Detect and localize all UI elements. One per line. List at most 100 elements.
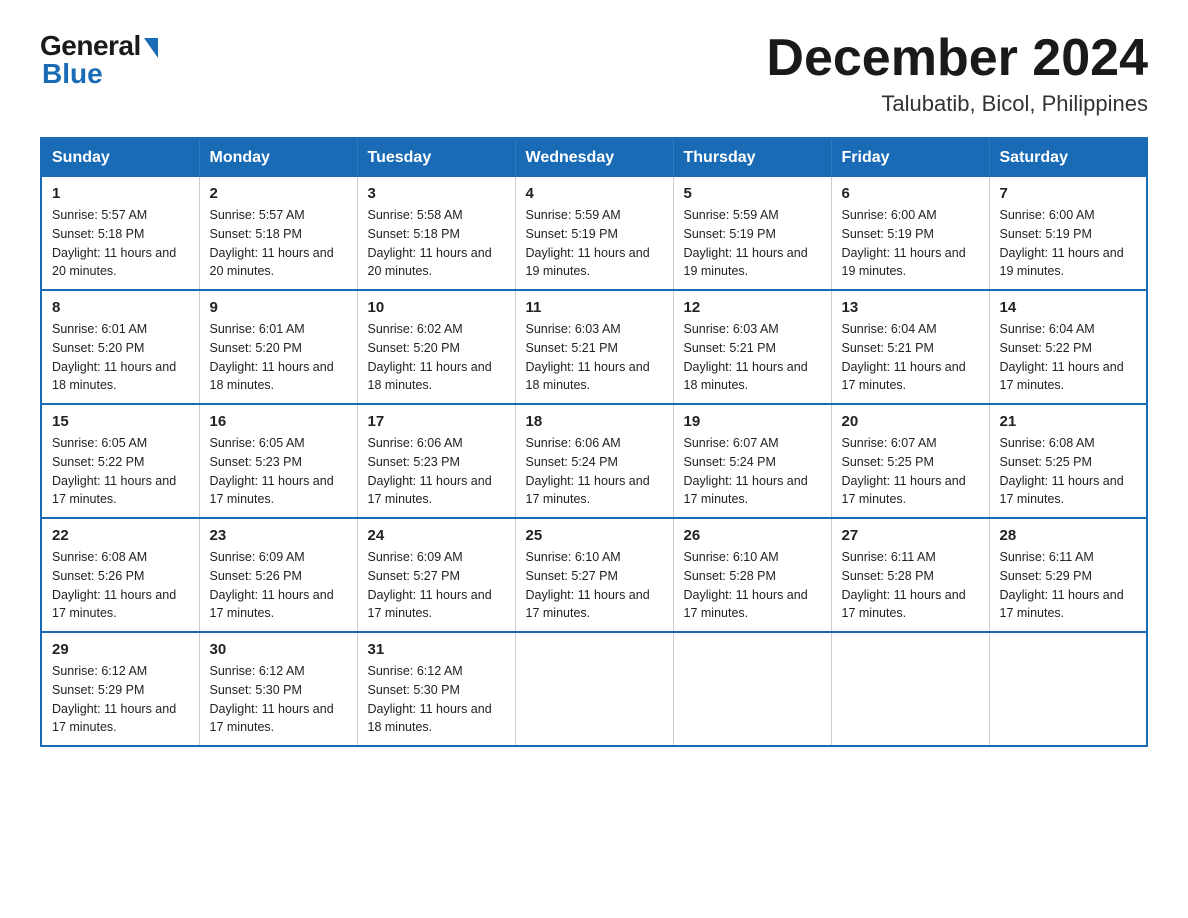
day-number: 26 [684, 527, 821, 544]
day-info: Sunrise: 6:03 AMSunset: 5:21 PMDaylight:… [684, 320, 821, 395]
table-row [989, 632, 1147, 746]
day-info: Sunrise: 6:07 AMSunset: 5:25 PMDaylight:… [842, 434, 979, 509]
calendar-week-row: 29 Sunrise: 6:12 AMSunset: 5:29 PMDayligh… [41, 632, 1147, 746]
day-number: 31 [368, 641, 505, 658]
day-number: 16 [210, 413, 347, 430]
day-number: 5 [684, 185, 821, 202]
table-row: 24 Sunrise: 6:09 AMSunset: 5:27 PMDayligh… [357, 518, 515, 632]
day-number: 22 [52, 527, 189, 544]
table-row: 19 Sunrise: 6:07 AMSunset: 5:24 PMDayligh… [673, 404, 831, 518]
day-number: 28 [1000, 527, 1137, 544]
day-info: Sunrise: 6:10 AMSunset: 5:27 PMDaylight:… [526, 548, 663, 623]
day-info: Sunrise: 6:12 AMSunset: 5:29 PMDaylight:… [52, 662, 189, 737]
day-number: 24 [368, 527, 505, 544]
day-info: Sunrise: 6:02 AMSunset: 5:20 PMDaylight:… [368, 320, 505, 395]
logo-triangle-icon [144, 38, 158, 58]
col-saturday: Saturday [989, 138, 1147, 177]
day-info: Sunrise: 6:06 AMSunset: 5:24 PMDaylight:… [526, 434, 663, 509]
table-row: 25Sunrise: 6:10 AMSunset: 5:27 PMDayligh… [515, 518, 673, 632]
day-info: Sunrise: 6:01 AMSunset: 5:20 PMDaylight:… [210, 320, 347, 395]
day-number: 17 [368, 413, 505, 430]
day-number: 19 [684, 413, 821, 430]
day-number: 23 [210, 527, 347, 544]
day-info: Sunrise: 6:08 AMSunset: 5:25 PMDaylight:… [1000, 434, 1137, 509]
day-info: Sunrise: 6:09 AMSunset: 5:26 PMDaylight:… [210, 548, 347, 623]
table-row: 8 Sunrise: 6:01 AMSunset: 5:20 PMDaylight… [41, 290, 199, 404]
day-info: Sunrise: 6:05 AMSunset: 5:22 PMDaylight:… [52, 434, 189, 509]
table-row: 20Sunrise: 6:07 AMSunset: 5:25 PMDayligh… [831, 404, 989, 518]
day-info: Sunrise: 5:58 AMSunset: 5:18 PMDaylight:… [368, 206, 505, 281]
table-row: 10 Sunrise: 6:02 AMSunset: 5:20 PMDayligh… [357, 290, 515, 404]
table-row: 27 Sunrise: 6:11 AMSunset: 5:28 PMDayligh… [831, 518, 989, 632]
day-info: Sunrise: 6:01 AMSunset: 5:20 PMDaylight:… [52, 320, 189, 395]
day-number: 11 [526, 299, 663, 316]
day-number: 27 [842, 527, 979, 544]
day-info: Sunrise: 6:12 AMSunset: 5:30 PMDaylight:… [368, 662, 505, 737]
day-info: Sunrise: 6:11 AMSunset: 5:28 PMDaylight:… [842, 548, 979, 623]
table-row: 13 Sunrise: 6:04 AMSunset: 5:21 PMDayligh… [831, 290, 989, 404]
day-number: 21 [1000, 413, 1137, 430]
day-info: Sunrise: 6:07 AMSunset: 5:24 PMDaylight:… [684, 434, 821, 509]
table-row [515, 632, 673, 746]
day-info: Sunrise: 6:12 AMSunset: 5:30 PMDaylight:… [210, 662, 347, 737]
table-row: 16 Sunrise: 6:05 AMSunset: 5:23 PMDayligh… [199, 404, 357, 518]
day-info: Sunrise: 6:00 AMSunset: 5:19 PMDaylight:… [1000, 206, 1137, 281]
table-row: 3 Sunrise: 5:58 AMSunset: 5:18 PMDaylight… [357, 177, 515, 290]
table-row: 23 Sunrise: 6:09 AMSunset: 5:26 PMDayligh… [199, 518, 357, 632]
day-number: 30 [210, 641, 347, 658]
table-row: 21 Sunrise: 6:08 AMSunset: 5:25 PMDayligh… [989, 404, 1147, 518]
day-info: Sunrise: 6:10 AMSunset: 5:28 PMDaylight:… [684, 548, 821, 623]
day-number: 3 [368, 185, 505, 202]
day-number: 14 [1000, 299, 1137, 316]
day-info: Sunrise: 6:04 AMSunset: 5:22 PMDaylight:… [1000, 320, 1137, 395]
table-row: 9 Sunrise: 6:01 AMSunset: 5:20 PMDaylight… [199, 290, 357, 404]
day-number: 1 [52, 185, 189, 202]
day-number: 9 [210, 299, 347, 316]
day-number: 29 [52, 641, 189, 658]
day-info: Sunrise: 6:04 AMSunset: 5:21 PMDaylight:… [842, 320, 979, 395]
col-tuesday: Tuesday [357, 138, 515, 177]
table-row: 6 Sunrise: 6:00 AMSunset: 5:19 PMDaylight… [831, 177, 989, 290]
day-info: Sunrise: 6:00 AMSunset: 5:19 PMDaylight:… [842, 206, 979, 281]
day-number: 6 [842, 185, 979, 202]
day-number: 13 [842, 299, 979, 316]
day-info: Sunrise: 6:09 AMSunset: 5:27 PMDaylight:… [368, 548, 505, 623]
col-friday: Friday [831, 138, 989, 177]
calendar-week-row: 1 Sunrise: 5:57 AMSunset: 5:18 PMDaylight… [41, 177, 1147, 290]
table-row: 29 Sunrise: 6:12 AMSunset: 5:29 PMDayligh… [41, 632, 199, 746]
logo: General Blue [40, 30, 158, 90]
title-block: December 2024 Talubatib, Bicol, Philippi… [766, 30, 1148, 117]
day-number: 8 [52, 299, 189, 316]
calendar-week-row: 15Sunrise: 6:05 AMSunset: 5:22 PMDayligh… [41, 404, 1147, 518]
table-row [673, 632, 831, 746]
table-row: 2 Sunrise: 5:57 AMSunset: 5:18 PMDaylight… [199, 177, 357, 290]
table-row: 22Sunrise: 6:08 AMSunset: 5:26 PMDayligh… [41, 518, 199, 632]
table-row: 18 Sunrise: 6:06 AMSunset: 5:24 PMDayligh… [515, 404, 673, 518]
table-row: 15Sunrise: 6:05 AMSunset: 5:22 PMDayligh… [41, 404, 199, 518]
day-info: Sunrise: 6:03 AMSunset: 5:21 PMDaylight:… [526, 320, 663, 395]
day-number: 18 [526, 413, 663, 430]
calendar-table: Sunday Monday Tuesday Wednesday Thursday… [40, 137, 1148, 747]
page-header: General Blue December 2024 Talubatib, Bi… [40, 30, 1148, 117]
day-info: Sunrise: 6:05 AMSunset: 5:23 PMDaylight:… [210, 434, 347, 509]
day-number: 10 [368, 299, 505, 316]
calendar-location: Talubatib, Bicol, Philippines [766, 91, 1148, 117]
col-thursday: Thursday [673, 138, 831, 177]
table-row: 1Sunrise: 5:57 AMSunset: 5:18 PMDaylight… [41, 177, 199, 290]
col-wednesday: Wednesday [515, 138, 673, 177]
table-row: 14 Sunrise: 6:04 AMSunset: 5:22 PMDayligh… [989, 290, 1147, 404]
table-row: 31 Sunrise: 6:12 AMSunset: 5:30 PMDayligh… [357, 632, 515, 746]
day-number: 2 [210, 185, 347, 202]
calendar-title: December 2024 [766, 30, 1148, 87]
day-info: Sunrise: 6:11 AMSunset: 5:29 PMDaylight:… [1000, 548, 1137, 623]
calendar-header-row: Sunday Monday Tuesday Wednesday Thursday… [41, 138, 1147, 177]
table-row [831, 632, 989, 746]
table-row: 17Sunrise: 6:06 AMSunset: 5:23 PMDayligh… [357, 404, 515, 518]
day-number: 4 [526, 185, 663, 202]
col-sunday: Sunday [41, 138, 199, 177]
table-row: 30 Sunrise: 6:12 AMSunset: 5:30 PMDayligh… [199, 632, 357, 746]
day-info: Sunrise: 5:57 AMSunset: 5:18 PMDaylight:… [210, 206, 347, 281]
day-number: 12 [684, 299, 821, 316]
day-number: 7 [1000, 185, 1137, 202]
logo-blue-text: Blue [42, 58, 103, 90]
